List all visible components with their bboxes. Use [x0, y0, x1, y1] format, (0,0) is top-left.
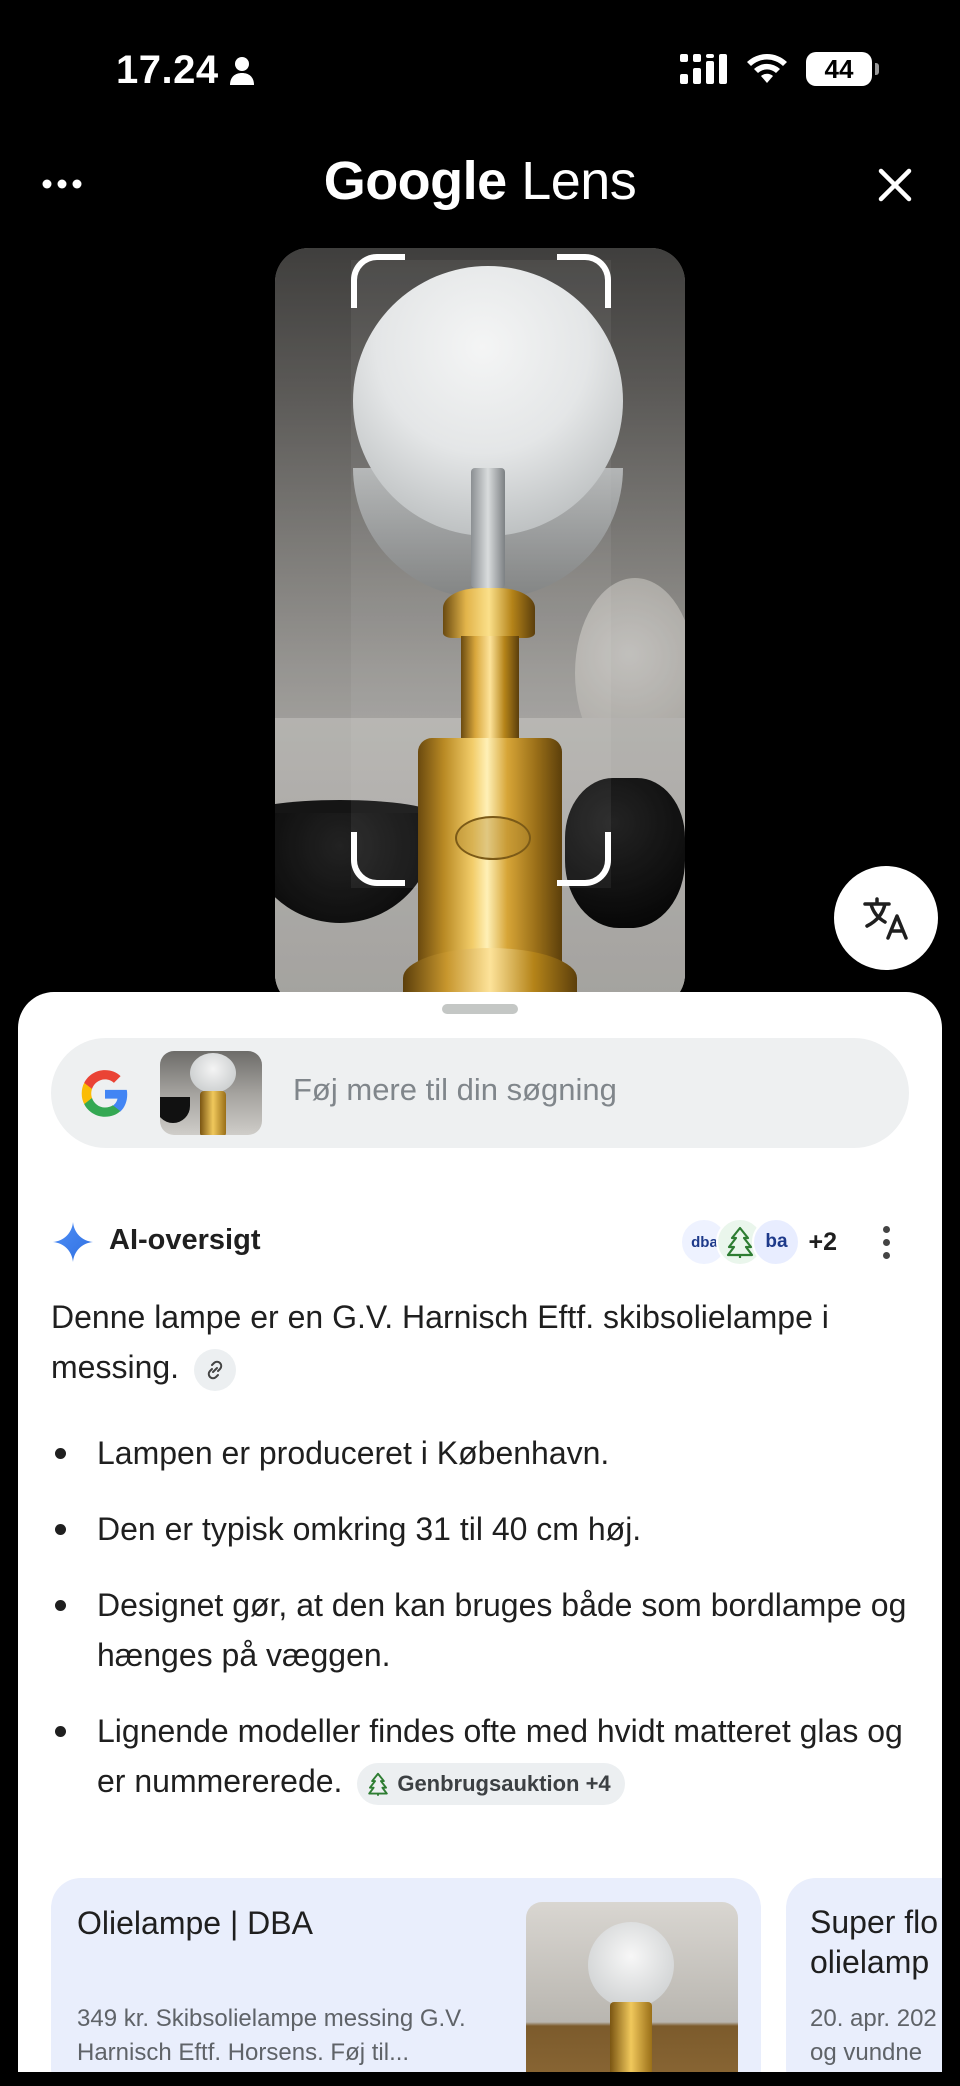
lamp-neck: [461, 636, 519, 746]
result-card-description-line: og vundne: [810, 2039, 923, 2066]
result-card-description-line: 20. apr. 202: [810, 2005, 937, 2032]
results-sheet[interactable]: Føj mere til din søgning AI-oversigt dba…: [18, 992, 942, 2072]
result-card-description: 349 kr. Skibsolielampe messing G.V. Harn…: [77, 2005, 466, 2066]
sheet-drag-handle[interactable]: [442, 1004, 518, 1014]
thumb-body: [200, 1091, 226, 1135]
result-card-title: Super flo olielamp: [810, 1902, 938, 1982]
google-g-icon: [81, 1070, 128, 1117]
menu-dot: [882, 1238, 890, 1246]
crop-handle-bottom-left[interactable]: [351, 832, 405, 886]
clock-text: 17.24: [116, 48, 219, 92]
close-icon: [878, 168, 912, 202]
result-card-description: 20. apr. 202 og vundne: [810, 2002, 937, 2070]
list-item: Den er typisk omkring 31 til 40 cm høj.: [51, 1504, 909, 1554]
crop-handle-top-left[interactable]: [351, 254, 405, 308]
gemini-sparkle-icon: [53, 1222, 93, 1262]
crop-handle-top-right[interactable]: [557, 254, 611, 308]
battery-level: 44: [824, 53, 854, 84]
bullet-text: Designet gør, at den kan bruges både som…: [97, 1587, 907, 1673]
result-card[interactable]: Super flo olielamp 20. apr. 202 og vundn…: [786, 1878, 942, 2072]
status-bar: 17.24 44: [0, 0, 960, 140]
close-button[interactable]: [870, 160, 920, 210]
list-item: Designet gør, at den kan bruges både som…: [51, 1580, 909, 1680]
result-card-title-line: Super flo: [810, 1904, 939, 1940]
menu-dot: [882, 1251, 890, 1259]
source-favicons[interactable]: dba ba +2: [680, 1218, 837, 1266]
link-icon: [207, 1360, 223, 1379]
source-chip-label: Genbrugsauktion +4: [397, 1770, 611, 1796]
more-sources-count[interactable]: +2: [808, 1228, 837, 1257]
ai-summary: Denne lampe er en G.V. Harnisch Eftf. sk…: [51, 1292, 909, 1392]
search-input[interactable]: Føj mere til din søgning: [293, 1072, 617, 1108]
wifi-icon: [747, 54, 787, 83]
ai-overview-title: AI-oversigt: [109, 1224, 261, 1256]
result-cards-carousel[interactable]: Olielampe | DBA 349 kr. Skibsolielampe m…: [51, 1878, 942, 2072]
lamp-plaque: [455, 816, 531, 860]
thumb-globe: [190, 1053, 236, 1093]
ai-overview-menu-button[interactable]: [871, 1218, 901, 1266]
card-image-body: [610, 2002, 652, 2072]
source-chip[interactable]: Genbrugsauktion +4: [357, 1762, 625, 1805]
source-ba-icon[interactable]: ba: [752, 1218, 801, 1266]
list-item: Lignende modeller findes ofte med hvidt …: [51, 1706, 909, 1806]
thumb-bowl: [160, 1097, 190, 1123]
ai-overview-header: AI-oversigt dba ba +2: [51, 1214, 909, 1270]
menu-dot: [882, 1225, 890, 1233]
search-bar[interactable]: Føj mere til din søgning: [51, 1038, 909, 1148]
cellular-signal-icon: [680, 54, 727, 84]
list-item: Lampen er produceret i København.: [51, 1428, 909, 1478]
result-card-image: [526, 1902, 738, 2072]
lamp-chimney: [471, 468, 505, 588]
bullet-text: Den er typisk omkring 31 til 40 cm høj.: [97, 1511, 642, 1547]
bullet-text: Lampen er produceret i København.: [97, 1435, 610, 1471]
tree-logo-icon: [368, 1772, 389, 1796]
lens-top-bar: Google Lens: [0, 140, 960, 230]
query-image-thumbnail[interactable]: [160, 1051, 262, 1135]
ai-summary-text: Denne lampe er en G.V. Harnisch Eftf. sk…: [51, 1299, 829, 1385]
translate-button[interactable]: [834, 866, 938, 970]
crop-handle-bottom-right[interactable]: [557, 832, 611, 886]
app-title: Google Lens: [0, 150, 960, 212]
title-google: Google: [323, 151, 508, 211]
result-card-title-line: olielamp: [810, 1944, 930, 1980]
status-icons: 44: [680, 52, 879, 86]
person-icon: [229, 56, 254, 85]
result-card[interactable]: Olielampe | DBA 349 kr. Skibsolielampe m…: [51, 1878, 761, 2072]
citation-link-button[interactable]: [193, 1348, 236, 1391]
title-lens: Lens: [521, 151, 637, 211]
translate-icon: [863, 897, 908, 940]
status-time: 17.24: [116, 48, 255, 93]
tree-logo-icon: [727, 1226, 754, 1258]
result-card-title: Olielampe | DBA: [77, 1905, 313, 1941]
battery-indicator: 44: [806, 52, 879, 86]
lamp-collar: [443, 588, 535, 638]
ai-bullet-list: Lampen er produceret i København. Den er…: [51, 1428, 909, 1832]
captured-photo[interactable]: [275, 248, 685, 1008]
card-image-globe: [588, 1922, 674, 2008]
